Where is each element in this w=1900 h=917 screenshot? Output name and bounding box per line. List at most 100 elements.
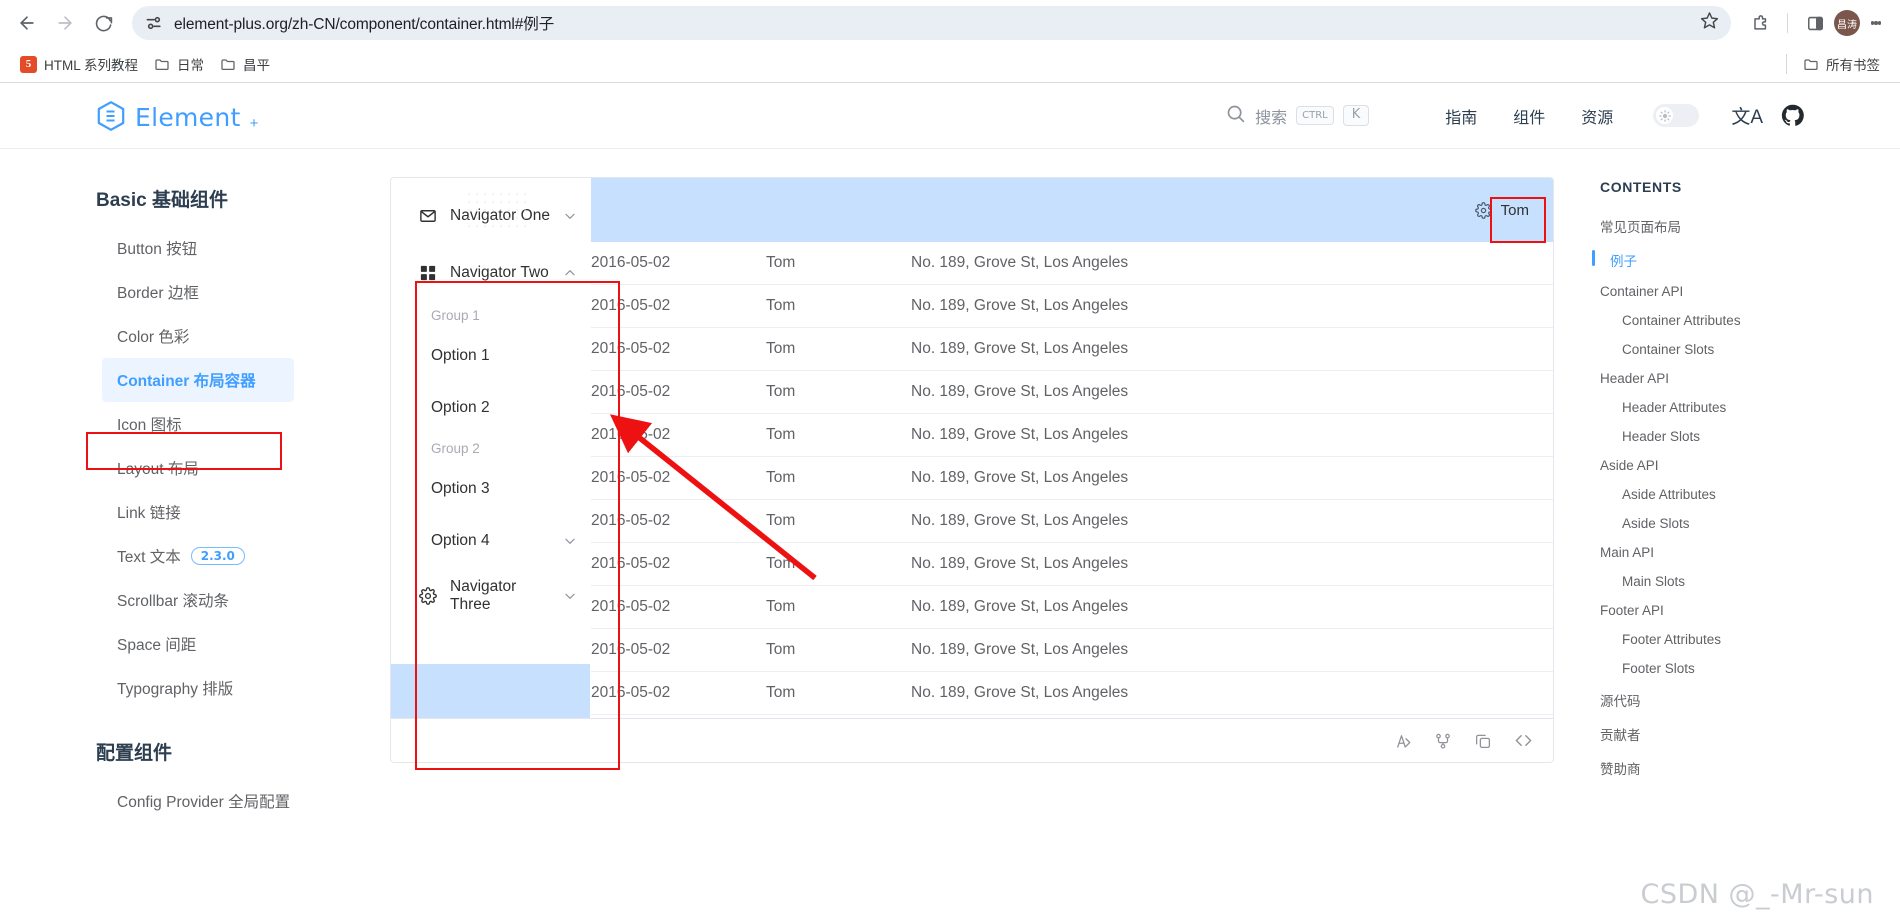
site-logo[interactable]: Element + bbox=[96, 100, 258, 132]
toc-item-source-code[interactable]: 源代码 bbox=[1600, 683, 1900, 717]
cell-address: No. 189, Grove St, Los Angeles bbox=[911, 413, 1553, 457]
back-button[interactable] bbox=[10, 6, 44, 40]
toc-item-footer-api[interactable]: Footer API bbox=[1600, 596, 1900, 625]
sun-icon bbox=[1656, 107, 1674, 124]
side-panel-icon[interactable] bbox=[1798, 6, 1832, 40]
nav-item-components[interactable]: 组件 bbox=[1501, 98, 1557, 134]
bookmark-label: 昌平 bbox=[243, 58, 270, 73]
toc-item-container-api[interactable]: Container API bbox=[1600, 277, 1900, 306]
github-icon[interactable] bbox=[1781, 104, 1804, 127]
toc-item-footer-attributes[interactable]: Footer Attributes bbox=[1600, 625, 1900, 654]
sidebar-group-title-2: 配置组件 bbox=[96, 743, 173, 764]
language-switch-icon[interactable]: 文A bbox=[1731, 102, 1763, 129]
table-row: 2016-05-02 Tom No. 189, Grove St, Los An… bbox=[591, 499, 1553, 543]
code-icon[interactable] bbox=[1514, 731, 1533, 750]
github-edit-icon[interactable] bbox=[1434, 732, 1452, 750]
demo-menu-option-3[interactable]: Option 3 bbox=[391, 463, 590, 515]
demo-menu-option-4[interactable]: Option 4 bbox=[391, 515, 590, 567]
reload-button[interactable] bbox=[86, 6, 120, 40]
cell-date: 2016-05-02 bbox=[591, 327, 766, 371]
toc-item-aside-attributes[interactable]: Aside Attributes bbox=[1600, 480, 1900, 509]
all-bookmarks-button[interactable]: 所有书签 bbox=[1795, 50, 1888, 78]
sidebar-item-label: Container 布局容器 bbox=[117, 373, 256, 390]
profile-avatar[interactable]: 昌涛 bbox=[1834, 10, 1860, 36]
sidebar-item-layout[interactable]: Layout 布局 bbox=[0, 446, 390, 490]
chrome-actions: 昌涛 bbox=[1743, 6, 1890, 40]
sidebar-item-space[interactable]: Space 间距 bbox=[0, 622, 390, 666]
sidebar-item-label: Config Provider 全局配置 bbox=[117, 794, 291, 811]
chevron-up-icon[interactable] bbox=[563, 266, 577, 280]
sidebar-item-typography[interactable]: Typography 排版 bbox=[0, 666, 390, 710]
sidebar-item-link[interactable]: Link 链接 bbox=[0, 490, 390, 534]
toc-title: CONTENTS bbox=[1600, 179, 1682, 195]
demo-menu-option-1[interactable]: Option 1 bbox=[391, 330, 590, 382]
bookmark-star-icon[interactable] bbox=[1690, 11, 1719, 35]
sidebar-item-color[interactable]: Color 色彩 bbox=[0, 314, 390, 358]
cell-address: No. 189, Grove St, Los Angeles bbox=[911, 585, 1553, 629]
sidebar-item-border[interactable]: Border 边框 bbox=[0, 270, 390, 314]
sidebar-item-label: Color 色彩 bbox=[117, 329, 190, 346]
toc-item-main-slots[interactable]: Main Slots bbox=[1600, 567, 1900, 596]
address-bar[interactable]: element-plus.org/zh-CN/component/contain… bbox=[132, 6, 1731, 40]
toc-item-footer-slots[interactable]: Footer Slots bbox=[1600, 654, 1900, 683]
extensions-icon[interactable] bbox=[1743, 6, 1777, 40]
sidebar-item-text[interactable]: Text 文本 2.3.0 bbox=[0, 534, 390, 578]
toc-item-example[interactable]: 例子 bbox=[1592, 243, 1900, 277]
forward-button[interactable] bbox=[48, 6, 82, 40]
sidebar-group-title: Basic 基础组件 bbox=[96, 190, 228, 211]
chevron-down-icon[interactable] bbox=[563, 589, 577, 603]
cell-date: 2016-05-02 bbox=[591, 284, 766, 328]
toc-item-aside-slots[interactable]: Aside Slots bbox=[1600, 509, 1900, 538]
sidebar-item-config-provider[interactable]: Config Provider 全局配置 bbox=[0, 779, 390, 823]
cell-name: Tom bbox=[766, 542, 911, 586]
demo-menu-option-2[interactable]: Option 2 bbox=[391, 382, 590, 434]
toc-item-header-slots[interactable]: Header Slots bbox=[1600, 422, 1900, 451]
cell-name: Tom bbox=[766, 671, 911, 715]
toc-item-container-attributes[interactable]: Container Attributes bbox=[1600, 306, 1900, 335]
sidebar-item-label: Layout 布局 bbox=[117, 461, 199, 478]
sidebar-item-button[interactable]: Button 按钮 bbox=[0, 226, 390, 270]
message-icon bbox=[419, 207, 437, 225]
sidebar-item-scrollbar[interactable]: Scrollbar 滚动条 bbox=[0, 578, 390, 622]
bookmark-item[interactable]: 昌平 bbox=[212, 50, 278, 78]
shortcut-k-key: K bbox=[1342, 105, 1370, 126]
docs-sidebar: Basic 基础组件 Button 按钮 Border 边框 Color 色彩 … bbox=[0, 149, 390, 823]
shortcut-ctrl-key: CTRL bbox=[1296, 106, 1334, 125]
toc-item-common-layouts[interactable]: 常见页面布局 bbox=[1600, 209, 1900, 243]
bookmark-item[interactable]: 5 HTML 系列教程 bbox=[12, 50, 146, 78]
demo-menu-group-2: Group 2 bbox=[431, 441, 480, 456]
browser-toolbar: element-plus.org/zh-CN/component/contain… bbox=[0, 0, 1900, 46]
site-settings-icon[interactable] bbox=[144, 13, 164, 33]
bookmark-item[interactable]: 日常 bbox=[146, 50, 212, 78]
chevron-down-icon[interactable] bbox=[563, 209, 577, 223]
toc-item-sponsors[interactable]: 赞助商 bbox=[1600, 751, 1900, 785]
sidebar-item-container[interactable]: Container 布局容器 bbox=[102, 358, 294, 402]
theme-toggle[interactable] bbox=[1653, 104, 1700, 127]
toc-item-aside-api[interactable]: Aside API bbox=[1600, 451, 1900, 480]
gear-icon[interactable] bbox=[1474, 201, 1492, 219]
nav-item-guide[interactable]: 指南 bbox=[1433, 98, 1489, 134]
url-text: element-plus.org/zh-CN/component/contain… bbox=[174, 16, 555, 33]
cell-name: Tom bbox=[766, 413, 911, 457]
demo-data-table: 2016-05-02 Tom No. 189, Grove St, Los An… bbox=[591, 242, 1553, 715]
browser-menu-icon[interactable] bbox=[1862, 9, 1890, 37]
cell-date: 2016-05-02 bbox=[591, 628, 766, 672]
nav-item-resources[interactable]: 资源 bbox=[1569, 98, 1625, 134]
toc-item-main-api[interactable]: Main API bbox=[1600, 538, 1900, 567]
sidebar-item-label: Button 按钮 bbox=[117, 241, 198, 258]
table-row: 2016-05-02 Tom No. 189, Grove St, Los An… bbox=[591, 585, 1553, 629]
demo-menu-navigator-two[interactable]: Navigator Two bbox=[391, 244, 590, 301]
demo-menu-navigator-three[interactable]: Navigator Three bbox=[391, 567, 590, 624]
table-row: 2016-05-02 Tom No. 189, Grove St, Los An… bbox=[591, 242, 1553, 285]
toc-item-header-api[interactable]: Header API bbox=[1600, 364, 1900, 393]
demo-menu-label: Navigator Two bbox=[450, 263, 549, 281]
chevron-down-icon[interactable] bbox=[563, 534, 577, 548]
toc-item-container-slots[interactable]: Container Slots bbox=[1600, 335, 1900, 364]
toc-item-header-attributes[interactable]: Header Attributes bbox=[1600, 393, 1900, 422]
search-button[interactable]: 搜索 CTRL K bbox=[1225, 103, 1370, 129]
playground-icon[interactable] bbox=[1394, 732, 1412, 750]
toc-item-contributors[interactable]: 贡献者 bbox=[1600, 717, 1900, 751]
sidebar-item-icon[interactable]: Icon 图标 bbox=[0, 402, 390, 446]
copy-icon[interactable] bbox=[1474, 732, 1492, 750]
demo-menu-label: Option 3 bbox=[431, 480, 490, 497]
